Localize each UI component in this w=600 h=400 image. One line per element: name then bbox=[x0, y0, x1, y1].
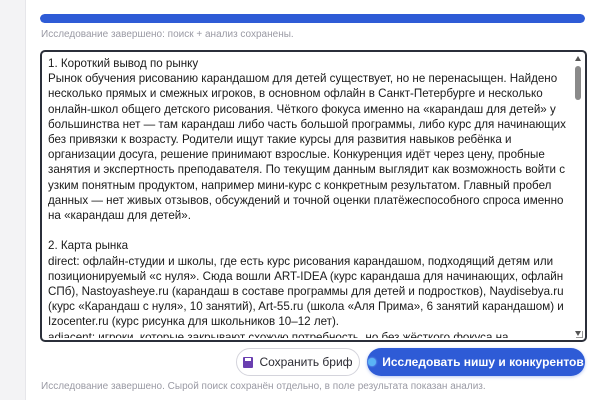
status-message-bottom: Исследование завершено. Сырой поиск сохр… bbox=[41, 381, 486, 392]
research-niche-label: Исследовать нишу и конкурентов bbox=[382, 355, 584, 369]
progress-bar-fill bbox=[40, 14, 585, 23]
scroll-thumb[interactable] bbox=[575, 66, 581, 100]
lightbulb-icon bbox=[368, 358, 377, 366]
scroll-up-arrow-icon[interactable] bbox=[575, 56, 581, 61]
status-message-top: Исследование завершено: поиск + анализ с… bbox=[41, 29, 294, 40]
result-scrollbar[interactable] bbox=[573, 54, 583, 338]
save-brief-label: Сохранить бриф bbox=[259, 355, 353, 369]
result-text[interactable]: 1. Короткий вывод по рынку Рынок обучени… bbox=[48, 56, 570, 338]
save-brief-button[interactable]: Сохранить бриф bbox=[236, 348, 360, 376]
save-floppy-icon bbox=[243, 356, 254, 368]
progress-bar bbox=[40, 14, 585, 23]
research-niche-button[interactable]: Исследовать нишу и конкурентов bbox=[367, 348, 585, 376]
result-textarea[interactable]: 1. Короткий вывод по рынку Рынок обучени… bbox=[40, 50, 587, 342]
resize-grip-icon[interactable] bbox=[576, 331, 583, 338]
